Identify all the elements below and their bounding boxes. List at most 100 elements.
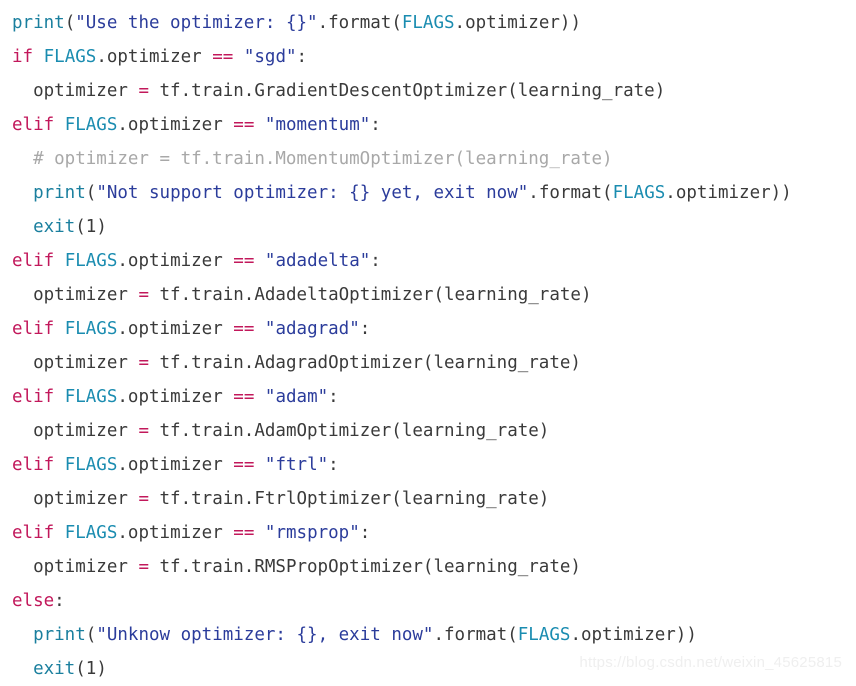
code-token-punct: :	[359, 319, 371, 339]
code-token-name: FLAGS	[401, 13, 455, 33]
code-token-punct: :	[328, 455, 339, 475]
code-token-plain: .optimizer	[117, 387, 234, 407]
code-line[interactable]: optimizer = tf.train.RMSPropOptimizer(le…	[0, 550, 856, 584]
code-line[interactable]: optimizer = tf.train.GradientDescentOpti…	[0, 74, 856, 108]
code-line[interactable]: # optimizer = tf.train.MomentumOptimizer…	[0, 142, 856, 176]
code-token-plain: optimizer	[12, 557, 139, 577]
code-line[interactable]: elif FLAGS.optimizer == "adam":	[0, 380, 856, 414]
code-token-punct: (	[75, 659, 86, 679]
code-token-plain: optimizer	[12, 81, 139, 101]
code-token-op: ==	[233, 455, 255, 475]
code-token-plain: tf.train.FtrlOptimizer(learning_rate)	[148, 489, 550, 509]
code-token-str: "rmsprop"	[264, 523, 360, 543]
code-token-punct: (	[85, 625, 97, 645]
code-token-punct: :	[54, 591, 65, 611]
code-token-kw: elif	[12, 455, 55, 475]
code-token-plain: tf.train.AdadeltaOptimizer(learning_rate…	[148, 285, 592, 305]
code-token-punct: :	[370, 251, 381, 271]
code-line[interactable]: print("Unknow optimizer: {}, exit now".f…	[0, 618, 856, 652]
code-token-plain: .optimizer	[117, 115, 234, 135]
code-line[interactable]: elif FLAGS.optimizer == "rmsprop":	[0, 516, 856, 550]
code-token-str: "ftrl"	[264, 455, 329, 475]
code-token-op: =	[138, 557, 149, 577]
code-token-op: ==	[233, 319, 255, 339]
code-token-str: "Use the optimizer: {}"	[75, 13, 318, 33]
code-token-plain: optimizer	[12, 489, 139, 509]
code-token-plain: .optimizer	[117, 319, 234, 339]
code-token-plain: .optimizer	[117, 523, 234, 543]
code-token-op: ==	[233, 523, 255, 543]
code-token-punct: :	[328, 387, 339, 407]
code-token-plain: tf.train.RMSPropOptimizer(learning_rate)	[148, 557, 581, 577]
code-token-builtin: exit	[33, 659, 76, 679]
code-token-plain: .format(	[317, 13, 402, 33]
code-line[interactable]: optimizer = tf.train.AdamOptimizer(learn…	[0, 414, 856, 448]
code-token-kw: elif	[12, 319, 55, 339]
code-token-op: =	[138, 285, 149, 305]
code-token-punct: :	[296, 47, 308, 67]
code-token-plain: .optimizer))	[570, 625, 697, 645]
code-token-kw: elif	[12, 115, 55, 135]
code-token-name: FLAGS	[64, 523, 118, 543]
code-token-name: FLAGS	[64, 115, 118, 135]
code-line[interactable]: if FLAGS.optimizer == "sgd":	[0, 40, 856, 74]
code-token-punct: )	[96, 217, 107, 237]
code-token-str: "sgd"	[243, 47, 297, 67]
code-line[interactable]: elif FLAGS.optimizer == "ftrl":	[0, 448, 856, 482]
code-token-str: "Not support optimizer: {} yet, exit now…	[96, 183, 529, 203]
code-token-name: FLAGS	[64, 251, 118, 271]
code-token-plain: .optimizer	[117, 455, 234, 475]
code-token-plain: .optimizer	[117, 251, 234, 271]
code-token-plain: .optimizer))	[454, 13, 581, 33]
code-token-kw: if	[12, 47, 34, 67]
code-line[interactable]: optimizer = tf.train.AdadeltaOptimizer(l…	[0, 278, 856, 312]
code-token-str: "Unknow optimizer: {}, exit now"	[96, 625, 434, 645]
code-token-plain: .format(	[528, 183, 613, 203]
code-line[interactable]: else:	[0, 584, 856, 618]
code-token-builtin: exit	[33, 217, 76, 237]
code-token-punct: (	[75, 217, 86, 237]
code-token-name: FLAGS	[43, 47, 97, 67]
code-token-plain: tf.train.AdamOptimizer(learning_rate)	[148, 421, 550, 441]
code-token-op: =	[138, 353, 149, 373]
code-token-num: 1	[85, 659, 97, 679]
code-token-plain: .optimizer))	[665, 183, 792, 203]
code-line[interactable]: elif FLAGS.optimizer == "adadelta":	[0, 244, 856, 278]
code-token-str: "momentum"	[264, 115, 371, 135]
code-line[interactable]: elif FLAGS.optimizer == "adagrad":	[0, 312, 856, 346]
code-block[interactable]: print("Use the optimizer: {}".format(FLA…	[0, 0, 856, 686]
code-token-op: ==	[233, 251, 255, 271]
code-line[interactable]: elif FLAGS.optimizer == "momentum":	[0, 108, 856, 142]
code-token-name: FLAGS	[517, 625, 571, 645]
code-token-num: 1	[85, 217, 97, 237]
code-token-punct: :	[370, 115, 381, 135]
code-token-punct: )	[96, 659, 107, 679]
watermark: https://blog.csdn.net/weixin_45625815	[579, 654, 842, 671]
code-token-builtin: print	[33, 625, 86, 645]
code-token-name: FLAGS	[64, 455, 118, 475]
code-line[interactable]: optimizer = tf.train.FtrlOptimizer(learn…	[0, 482, 856, 516]
code-line[interactable]: optimizer = tf.train.AdagradOptimizer(le…	[0, 346, 856, 380]
code-token-comment: # optimizer = tf.train.MomentumOptimizer…	[12, 149, 613, 169]
code-token-op: =	[138, 81, 149, 101]
code-line[interactable]: print("Use the optimizer: {}".format(FLA…	[0, 6, 856, 40]
code-line[interactable]: print("Not support optimizer: {} yet, ex…	[0, 176, 856, 210]
code-token-op: ==	[212, 47, 234, 67]
code-token-kw: elif	[12, 251, 55, 271]
code-token-builtin: print	[33, 183, 86, 203]
code-token-kw: else	[12, 591, 55, 611]
code-token-op: ==	[233, 387, 255, 407]
code-line[interactable]: exit(1)	[0, 210, 856, 244]
